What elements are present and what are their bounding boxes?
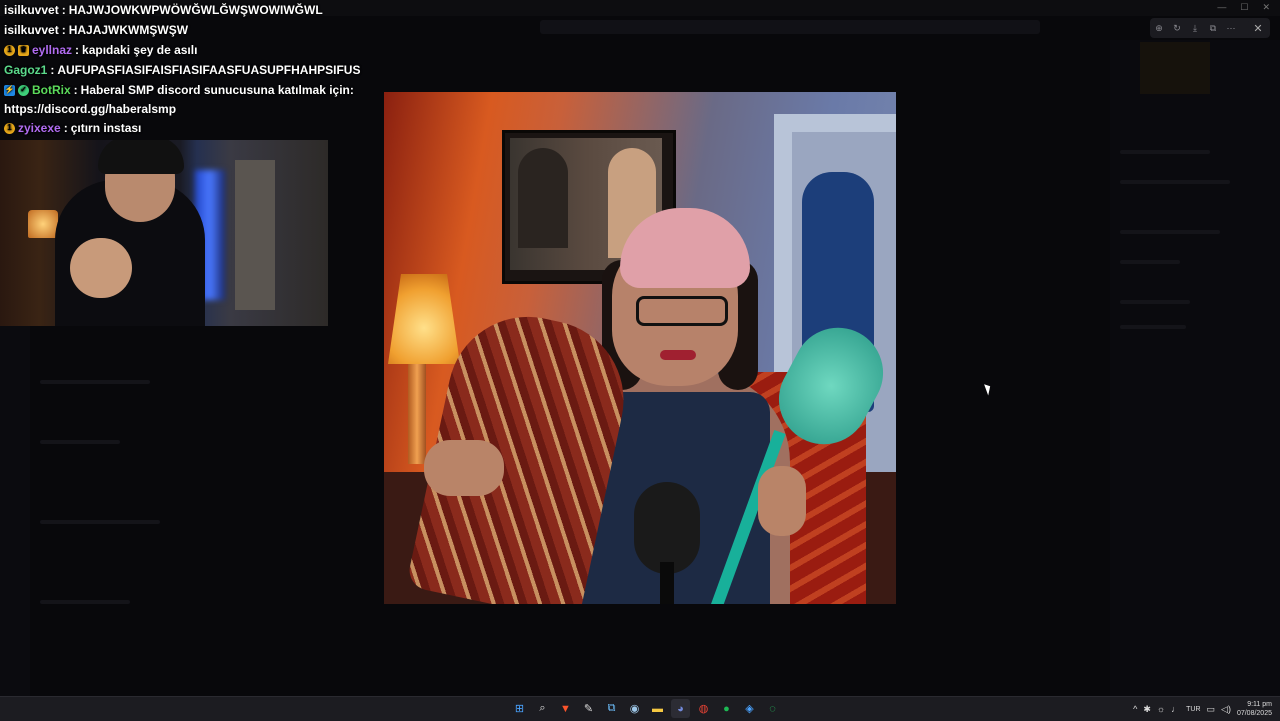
background-sidebar <box>0 320 30 696</box>
chat-message: ⚡ ✓ BotRix : Haberal SMP discord sunucus… <box>4 80 384 100</box>
framed-figure-left <box>518 148 568 248</box>
background-text-line <box>1120 300 1190 304</box>
chat-separator: : <box>61 3 66 17</box>
bot-badge-icon: ⚡ <box>4 84 15 96</box>
background-text-line <box>1120 230 1220 234</box>
stream-chat-overlay: isilkuvvet : HAJWJOWKWPWÖWĞWLĞWŞWOWIWĞWL… <box>4 0 384 138</box>
glasses <box>636 296 728 326</box>
minimize-icon[interactable]: — <box>1217 2 1226 13</box>
chat-text: kapıdaki şey de asılı <box>82 43 198 57</box>
network-app-icon[interactable]: ⧉ <box>602 699 621 718</box>
discord-icon[interactable]: ◕ <box>671 699 690 718</box>
webcam-overlay <box>0 140 328 326</box>
background-right-panel <box>1110 40 1280 696</box>
whatsapp-icon[interactable]: ◌ <box>763 699 782 718</box>
window-close-icon[interactable]: ✕ <box>1262 2 1270 13</box>
hand-on-rug <box>424 440 504 496</box>
background-text-line <box>1120 150 1210 154</box>
chat-text: HAJAJWKWMŞWŞW <box>68 23 189 37</box>
background-text-line <box>1120 325 1186 329</box>
door <box>235 160 275 310</box>
chat-message: 1 zyixexe : çıtırn instası <box>4 118 384 138</box>
chat-separator: : <box>75 43 80 57</box>
system-tray: ^ ✱ ☼ ♩ TUR ▭ ◁) 9:11 pm 07/08/2025 <box>1133 699 1272 719</box>
rotate-icon[interactable]: ↻ <box>1168 19 1186 37</box>
pen-app-icon[interactable]: ✎ <box>579 699 598 718</box>
opened-image[interactable] <box>384 92 896 604</box>
background-text-line <box>40 380 150 384</box>
volume-icon[interactable]: ◁) <box>1221 704 1231 715</box>
brightness-icon[interactable]: ☼ <box>1157 704 1165 714</box>
background-text-line <box>1120 260 1180 264</box>
keyboard-language[interactable]: TUR <box>1186 706 1200 713</box>
windows-start-icon[interactable]: ⊞ <box>510 699 529 718</box>
chat-username: zyixexe <box>18 121 61 135</box>
network-icon[interactable]: ▭ <box>1207 704 1216 715</box>
verified-badge-icon: ✓ <box>18 84 29 96</box>
chat-message: isilkuvvet : HAJWJOWKWPWÖWĞWLĞWŞWOWIWĞWL <box>4 0 384 20</box>
background-text-line <box>40 520 160 524</box>
background-text-line <box>1120 180 1230 184</box>
clock[interactable]: 9:11 pm 07/08/2025 <box>1237 700 1272 718</box>
chat-text: HAJWJOWKWPWÖWĞWLĞWŞWOWIWĞWL <box>68 3 323 17</box>
chat-text-continued: https://discord.gg/haberalsmp <box>4 102 177 116</box>
maximize-icon[interactable]: ☐ <box>1240 2 1248 13</box>
background-thumbnail <box>1140 42 1210 94</box>
external-icon[interactable]: ⧉ <box>1204 19 1222 37</box>
lamp-base <box>408 364 426 464</box>
background-text-line <box>40 440 120 444</box>
microphone <box>634 482 700 574</box>
chat-message: isilkuvvet : HAJAJWKWMŞWŞW <box>4 20 384 40</box>
chat-message: Gagoz1 : AUFUPASFIASIFAISFIASIFAASFUASUP… <box>4 60 384 80</box>
bits-badge-icon: 1 <box>4 122 15 134</box>
chevron-up-icon[interactable]: ^ <box>1133 704 1137 714</box>
hand-holding-duster <box>758 466 806 536</box>
microphone-stand <box>660 562 674 604</box>
chat-separator: : <box>61 23 66 37</box>
more-icon[interactable]: ⋯ <box>1222 19 1240 37</box>
bits-badge-icon: 1 <box>4 44 15 56</box>
streamer-hand <box>70 238 132 298</box>
lamp <box>28 210 58 238</box>
download-icon[interactable]: ⤓ <box>1186 19 1204 37</box>
chrome-icon[interactable]: ◍ <box>694 699 713 718</box>
chat-username: isilkuvvet <box>4 3 59 17</box>
clock-time: 9:11 pm <box>1247 701 1272 708</box>
address-bar <box>540 20 1040 34</box>
window-controls: — ☐ ✕ <box>1217 2 1270 13</box>
streamer-hair <box>98 140 184 174</box>
vpn-icon[interactable]: ◈ <box>740 699 759 718</box>
chat-text: Haberal SMP discord sunucusuna katılmak … <box>80 83 354 97</box>
search-icon[interactable]: ⌕ <box>533 699 552 718</box>
background-text-line <box>40 600 130 604</box>
taskbar-apps: ⊞ ⌕ ▼ ✎ ⧉ ◉ ▬ ◕ ◍ ● ◈ ◌ <box>510 699 782 718</box>
taskbar: ⊞ ⌕ ▼ ✎ ⧉ ◉ ▬ ◕ ◍ ● ◈ ◌ ^ ✱ ☼ ♩ TUR ▭ ◁)… <box>0 696 1280 721</box>
crown-badge-icon: ♛ <box>18 44 29 56</box>
chat-separator: : <box>50 63 55 77</box>
steam-icon[interactable]: ◉ <box>625 699 644 718</box>
lips <box>660 350 696 360</box>
microphone-icon[interactable]: ♩ <box>1171 704 1180 714</box>
tray-app-icon[interactable]: ✱ <box>1143 704 1151 715</box>
chat-separator: : <box>73 83 78 97</box>
close-icon[interactable]: ✕ <box>1248 18 1268 38</box>
chat-separator: : <box>63 121 68 135</box>
zoom-icon[interactable]: ⊕ <box>1150 19 1168 37</box>
lampshade <box>388 274 460 364</box>
chat-text: çıtırn instası <box>70 121 142 135</box>
explorer-icon[interactable]: ▬ <box>648 699 667 718</box>
spotify-icon[interactable]: ● <box>717 699 736 718</box>
chat-username: isilkuvvet <box>4 23 59 37</box>
chat-username: BotRix <box>32 83 71 97</box>
chat-username: Gagoz1 <box>4 63 48 77</box>
brave-icon[interactable]: ▼ <box>556 699 575 718</box>
chat-username: eyllnaz <box>32 43 73 57</box>
clock-date: 07/08/2025 <box>1236 710 1272 717</box>
chat-text: AUFUPASFIASIFAISFIASIFAASFUASUPFHAHPSIFU… <box>57 63 361 77</box>
chat-message: 1 ♛ eyllnaz : kapıdaki şey de asılı <box>4 40 384 60</box>
